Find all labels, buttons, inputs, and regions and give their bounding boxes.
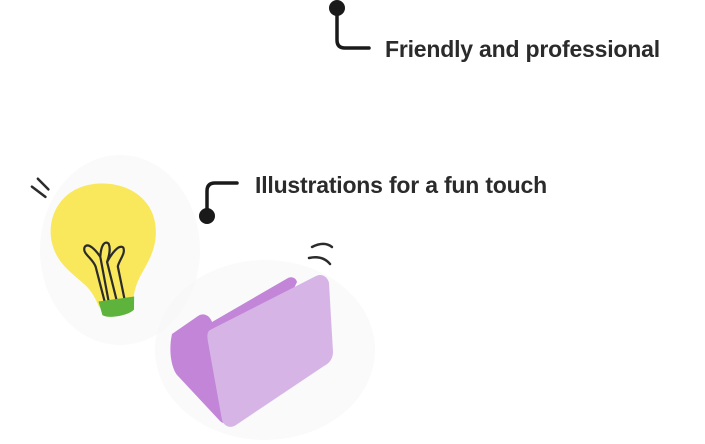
callout-friendly-professional: Friendly and professional xyxy=(385,36,660,62)
lightbulb-spark-2 xyxy=(36,177,50,191)
lightbulb-spark-1 xyxy=(30,185,47,199)
illustrations-layer xyxy=(30,155,375,440)
folder-spark-2 xyxy=(307,256,332,266)
callout-illustrations-fun: Illustrations for a fun touch xyxy=(255,172,547,198)
folder-spark-1 xyxy=(310,242,334,249)
